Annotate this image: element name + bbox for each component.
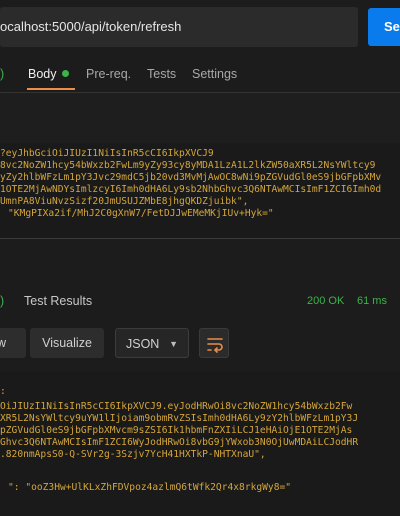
body-type-pane <box>0 93 400 143</box>
code-line: 8vc2NoZW1hcy54bWxzb2FwLm9yZy93cy8yMDA1Lz… <box>0 160 376 171</box>
tab-settings[interactable]: Settings <box>192 67 237 81</box>
code-line: : <box>0 386 6 397</box>
response-body-viewer[interactable]: : OiJIUzI1NiIsInR5cCI6IkpXVCJ9.eyJodHRwO… <box>0 372 400 516</box>
tab-body[interactable]: Body <box>28 67 69 81</box>
format-select-value: JSON <box>126 337 160 351</box>
format-select[interactable]: JSON ▼ <box>115 328 189 358</box>
request-body-editor[interactable]: ?eyJhbGciOiJIUzI1NiIsInR5cCI6IkpXVCJ9 8v… <box>0 143 400 238</box>
code-line: Ghvc3Q6NTAwMCIsImF1ZCI6WyJodHRwOi8vbG9jY… <box>0 437 359 448</box>
visualize-button[interactable]: Visualize <box>30 328 104 358</box>
code-line: "KMgPIXa2if/MhJ2C0gXnW7/FetDJJwEMeMKjIUv… <box>8 208 274 219</box>
code-line: .820nmApsS0-Q-SVr2g-3Szjv7YcH41HXTkP-NHT… <box>0 449 266 460</box>
send-button[interactable]: Se <box>368 8 400 46</box>
code-line: UmnPA8ViuNvzSizf20JmUSUJZMbE8jhgQKDZjuib… <box>0 196 249 207</box>
status-badge[interactable]: 200 OK <box>307 295 344 307</box>
code-line: 1OTE2MjAwNDYsImlzcyI6Imh0dHA6Ly9sb2NhbGh… <box>0 184 382 195</box>
response-time[interactable]: 61 ms <box>357 295 387 307</box>
code-line: XR5L2NsYWltcy9uYW1lIjoiam9obmRvZSIsImh0d… <box>0 413 359 424</box>
tab-count-partial: ) <box>0 67 5 81</box>
code-line: ?eyJhbGciOiJIUzI1NiIsInR5cCI6IkpXVCJ9 <box>0 148 214 159</box>
tab-test-results[interactable]: Test Results <box>24 294 92 308</box>
wrap-lines-icon <box>207 338 223 353</box>
chevron-down-icon: ▼ <box>169 339 178 349</box>
code-line: yZy2hlbWFzLm1pY3Jvc29mdC5jb20vd3MvMjAwOC… <box>0 172 382 183</box>
code-line: OiJIUzI1NiIsInR5cCI6IkpXVCJ9.eyJodHRwOi8… <box>0 401 353 412</box>
code-line: ": "ooZ3Hw+UlKLxZhFDVpoz4azlmQ6tWfk2Qr4x… <box>8 482 292 493</box>
tab-count-partial: ) <box>0 294 5 308</box>
code-line: pZGVudGl0eS9jbGFpbXMvcm9sZSI6Ik1hbmFnZXI… <box>0 425 353 436</box>
wrap-lines-button[interactable] <box>199 328 229 358</box>
active-tab-underline <box>27 88 75 90</box>
tab-tests[interactable]: Tests <box>147 67 176 81</box>
tab-prerequest[interactable]: Pre-req. <box>86 67 131 81</box>
url-text[interactable]: ocalhost:5000/api/token/refresh <box>0 19 181 34</box>
tab-body-label: Body <box>28 67 57 81</box>
request-tabs: ) Body Pre-req. Tests Settings <box>0 58 400 92</box>
pretty-button[interactable]: ew <box>0 328 26 358</box>
modified-dot-icon <box>61 70 69 77</box>
pane-divider[interactable] <box>0 238 400 239</box>
